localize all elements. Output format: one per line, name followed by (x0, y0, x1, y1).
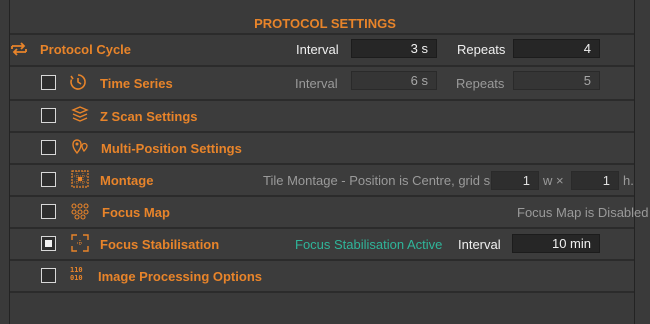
grid-tiles-icon (71, 170, 89, 188)
panel-right-border (634, 0, 635, 324)
protocol-settings-panel: PROTOCOL SETTINGS Protocol Cycle Interva… (0, 0, 650, 324)
focus-stabilisation-interval-label: Interval (458, 237, 501, 252)
multi-position-checkbox[interactable] (41, 140, 56, 155)
montage-grid-height-input[interactable]: 1 (571, 171, 619, 190)
multi-position-label: Multi-Position Settings (101, 141, 242, 156)
focus-stabilisation-row: Focus Stabilisation Focus Stabilisation … (10, 229, 634, 261)
focus-stabilisation-label: Focus Stabilisation (100, 237, 220, 252)
protocol-cycle-label: Protocol Cycle (40, 42, 132, 57)
protocol-cycle-row: Protocol Cycle Interval 3 s Repeats 4 (0, 34, 634, 66)
focus-stabilisation-checkbox[interactable] (41, 236, 56, 251)
timer-icon (70, 74, 86, 90)
time-series-row: Time Series Interval 6 s Repeats 5 (10, 67, 634, 99)
focus-stabilisation-status: Focus Stabilisation Active (295, 237, 443, 252)
time-series-repeats-input[interactable]: 5 (513, 71, 600, 90)
cycle-interval-label: Interval (296, 42, 339, 57)
focus-map-checkbox[interactable] (41, 204, 56, 219)
cycle-interval-input[interactable]: 3 s (351, 39, 437, 58)
image-processing-label: Image Processing Options (98, 269, 262, 284)
binary-digits-icon: 110 010 (70, 266, 83, 282)
image-processing-row: 110 010 Image Processing Options (10, 261, 634, 293)
montage-label: Montage (100, 173, 154, 188)
cycle-repeats-input[interactable]: 4 (513, 39, 600, 58)
focus-map-status: Focus Map is Disabled (517, 205, 649, 220)
stack-layers-icon (71, 106, 89, 122)
montage-times-label: w × (543, 173, 564, 188)
panel-title: PROTOCOL SETTINGS (254, 16, 396, 31)
dot-network-icon (71, 203, 89, 220)
time-series-interval-label: Interval (295, 76, 338, 91)
focus-map-row: Focus Map Focus Map is Disabled (10, 197, 649, 229)
montage-suffix: h. (623, 173, 634, 188)
time-series-repeats-label: Repeats (456, 76, 505, 91)
multi-position-row: Multi-Position Settings (10, 133, 634, 165)
cycle-arrows-icon (11, 42, 27, 56)
z-scan-label: Z Scan Settings (100, 109, 198, 124)
focus-map-label: Focus Map (102, 205, 170, 220)
focus-corners-icon (71, 234, 89, 252)
divider (10, 291, 634, 293)
time-series-checkbox[interactable] (41, 75, 56, 90)
montage-description: Tile Montage - Position is Centre, grid … (263, 173, 507, 188)
z-scan-row: Z Scan Settings (10, 101, 634, 133)
time-series-interval-input[interactable]: 6 s (351, 71, 437, 90)
montage-grid-width-input[interactable]: 1 (491, 171, 539, 190)
z-scan-checkbox[interactable] (41, 108, 56, 123)
map-pins-icon (72, 139, 88, 155)
time-series-label: Time Series (100, 76, 173, 91)
montage-row: Montage Tile Montage - Position is Centr… (10, 165, 634, 197)
focus-stabilisation-interval-input[interactable]: 10 min (512, 234, 600, 253)
image-processing-checkbox[interactable] (41, 268, 56, 283)
montage-checkbox[interactable] (41, 172, 56, 187)
cycle-repeats-label: Repeats (457, 42, 506, 57)
